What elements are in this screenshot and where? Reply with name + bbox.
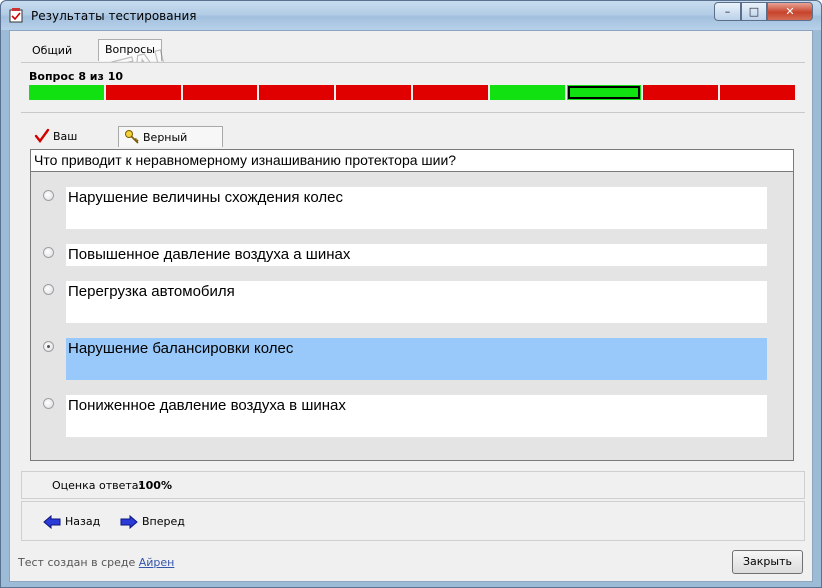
progress-segment-5[interactable] xyxy=(336,85,411,100)
progress-bar xyxy=(29,85,795,101)
footer-note: Тест создан в среде Айрен xyxy=(18,556,174,569)
answer-option-4[interactable]: Нарушение балансировки колес xyxy=(66,338,767,380)
option-radio-4[interactable] xyxy=(43,341,54,352)
minimize-button[interactable]: – xyxy=(714,2,741,21)
back-button[interactable]: Назад xyxy=(43,512,100,532)
app-icon xyxy=(9,8,23,23)
progress-segment-9[interactable] xyxy=(643,85,719,100)
close-button[interactable]: Закрыть xyxy=(732,550,803,574)
question-counter: Вопрос 8 из 10 xyxy=(29,70,124,83)
navigation-bar: Назад Вперед xyxy=(21,501,805,541)
score-bar: Оценка ответа: 100% xyxy=(21,471,805,499)
question-panel: Вопрос 8 из 10 Ваш ответ Верный ответ xyxy=(21,62,805,466)
arrow-right-icon xyxy=(120,515,138,529)
answer-option-5[interactable]: Пониженное давление воздуха в шинах xyxy=(66,395,767,437)
key-icon xyxy=(125,130,139,144)
option-radio-2[interactable] xyxy=(43,247,54,258)
forward-button-label: Вперед xyxy=(142,515,185,528)
tab-your-answer[interactable]: Ваш ответ xyxy=(29,126,117,164)
footer-link[interactable]: Айрен xyxy=(139,556,175,569)
back-button-label: Назад xyxy=(65,515,101,528)
option-radio-3[interactable] xyxy=(43,284,54,295)
maximize-button[interactable]: □ xyxy=(741,2,767,21)
progress-segment-3[interactable] xyxy=(182,85,258,100)
score-value: 100% xyxy=(138,479,172,492)
progress-segment-1[interactable] xyxy=(29,85,104,100)
option-radio-1[interactable] xyxy=(43,190,54,201)
client-area: Общий итог Вопросы PORTAL www.softportal… xyxy=(9,30,813,582)
forward-button[interactable]: Вперед xyxy=(120,512,185,532)
tab-questions[interactable]: Вопросы xyxy=(98,39,162,61)
answer-option-2[interactable]: Повышенное давление воздуха а шинах xyxy=(66,244,767,266)
title-bar[interactable]: Результаты тестирования – □ ✕ xyxy=(1,1,821,30)
score-label: Оценка ответа: xyxy=(52,479,143,492)
divider xyxy=(21,112,805,113)
question-text: Что приводит к неравномерному изнашивани… xyxy=(31,150,793,172)
progress-segment-7[interactable] xyxy=(489,85,565,100)
progress-segment-6[interactable] xyxy=(413,85,488,100)
window-title: Результаты тестирования xyxy=(31,9,197,23)
progress-segment-8[interactable] xyxy=(566,85,642,100)
tab-summary[interactable]: Общий итог xyxy=(26,41,78,77)
footer-text: Тест создан в среде xyxy=(18,556,139,569)
answer-option-3[interactable]: Перегрузка автомобиля xyxy=(66,281,767,323)
option-radio-5[interactable] xyxy=(43,398,54,409)
progress-segment-4[interactable] xyxy=(259,85,335,100)
progress-segment-10[interactable] xyxy=(720,85,795,100)
question-area: Что приводит к неравномерному изнашивани… xyxy=(30,149,794,461)
checkmark-icon xyxy=(34,128,50,143)
answer-option-1[interactable]: Нарушение величины схождения колес xyxy=(66,187,767,229)
app-window: Результаты тестирования – □ ✕ Общий итог… xyxy=(0,0,822,588)
tab-correct-answer[interactable]: Верный ответ xyxy=(118,126,223,165)
progress-segment-2[interactable] xyxy=(105,85,181,100)
close-window-button[interactable]: ✕ xyxy=(767,2,813,21)
arrow-left-icon xyxy=(43,515,61,529)
